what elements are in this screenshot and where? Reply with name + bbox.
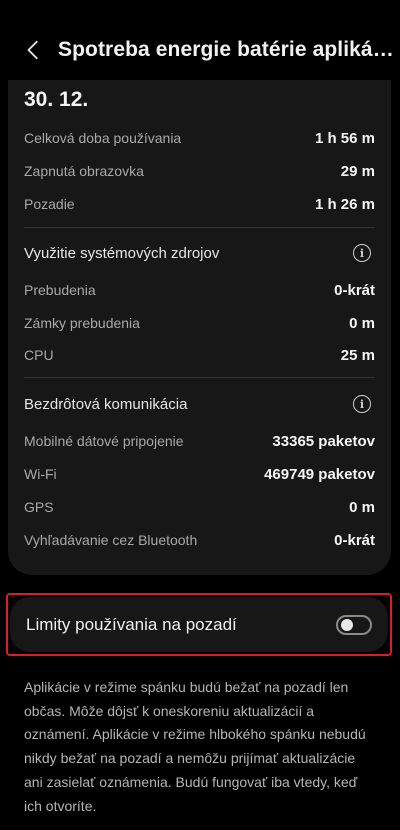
toggle-knob: [341, 618, 353, 631]
page-title: Spotreba energie batérie aplikácie: [58, 38, 398, 61]
wireless-label: Mobilné dátové pripojenie: [24, 433, 184, 449]
chevron-left-icon: [27, 40, 38, 60]
wireless-label: Wi-Fi: [24, 466, 57, 482]
wireless-row-bluetooth-scan: Vyhľadávanie cez Bluetooth 0-krát: [24, 526, 375, 554]
wireless-value: 33365 paketov: [272, 432, 375, 450]
usage-label: Zapnutá obrazovka: [24, 163, 144, 179]
divider: [24, 377, 375, 378]
wireless-value: 469749 paketov: [264, 465, 375, 483]
wireless-label: Vyhľadávanie cez Bluetooth: [24, 532, 198, 548]
resource-value: 0 m: [349, 314, 375, 332]
info-icon[interactable]: i: [353, 395, 371, 413]
wireless-row-gps: GPS 0 m: [24, 493, 375, 521]
divider: [24, 227, 375, 228]
background-limits-highlight: Limity používania na pozadí: [6, 593, 392, 656]
section-title: Využitie systémových zdrojov: [24, 244, 220, 262]
usage-label: Celková doba používania: [24, 130, 182, 146]
resource-label: Prebudenia: [24, 282, 96, 298]
info-icon[interactable]: i: [353, 244, 371, 262]
resource-label: CPU: [24, 347, 54, 363]
back-button[interactable]: [10, 26, 58, 74]
background-limits-row[interactable]: Limity používania na pozadí: [10, 597, 388, 652]
app-header: Spotreba energie batérie aplikácie: [0, 20, 400, 80]
wireless-row-mobile-data: Mobilné dátové pripojenie 33365 paketov: [24, 427, 375, 455]
usage-row-background: Pozadie 1 h 26 m: [24, 190, 375, 218]
wireless-header: Bezdrôtová komunikácia i: [24, 389, 375, 419]
usage-date: 30. 12.: [24, 88, 89, 111]
wireless-value: 0-krát: [334, 531, 375, 549]
battery-usage-card: 30. 12. Celková doba používania 1 h 56 m…: [8, 80, 391, 575]
resource-value: 25 m: [340, 346, 375, 364]
resource-row-wakeups: Prebudenia 0-krát: [24, 276, 375, 304]
usage-value: 29 m: [340, 162, 375, 180]
resource-row-cpu: CPU 25 m: [24, 341, 375, 369]
usage-row-screen-on: Zapnutá obrazovka 29 m: [24, 157, 375, 185]
resource-value: 0-krát: [334, 281, 375, 299]
resource-row-wakelocks: Zámky prebudenia 0 m: [24, 309, 375, 337]
usage-value: 1 h 26 m: [314, 195, 375, 213]
background-limits-label: Limity používania na pozadí: [26, 614, 237, 634]
usage-value: 1 h 56 m: [314, 129, 375, 147]
usage-row-total: Celková doba používania 1 h 56 m: [24, 124, 375, 152]
background-limits-description: Aplikácie v režime spánku budú bežať na …: [24, 679, 366, 814]
wireless-row-wifi: Wi-Fi 469749 paketov: [24, 460, 375, 488]
wireless-value: 0 m: [349, 498, 375, 516]
usage-label: Pozadie: [24, 196, 75, 212]
section-title: Bezdrôtová komunikácia: [24, 395, 188, 413]
wireless-label: GPS: [24, 499, 54, 515]
resource-label: Zámky prebudenia: [24, 315, 140, 331]
background-limits-toggle[interactable]: [336, 614, 372, 635]
system-resources-header: Využitie systémových zdrojov i: [24, 238, 375, 268]
